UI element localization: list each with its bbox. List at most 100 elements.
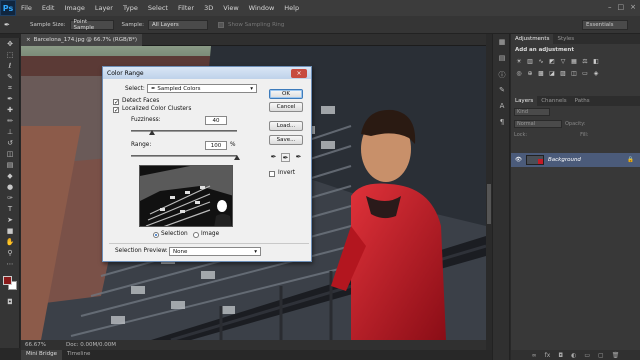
history-brush-icon[interactable]: ↺ bbox=[3, 138, 17, 148]
color-balance-icon[interactable]: ⚖ bbox=[581, 58, 589, 66]
crop-tool-icon[interactable]: ⌗ bbox=[3, 83, 17, 93]
selection-preview-thumbnail[interactable] bbox=[139, 165, 233, 227]
range-slider-track[interactable] bbox=[131, 155, 237, 157]
channel-mixer-icon[interactable]: ⊕ bbox=[526, 70, 534, 78]
select-dropdown[interactable]: ✒ Sampled Colors ▾ bbox=[147, 84, 257, 93]
properties-icon[interactable]: ▤ bbox=[496, 54, 508, 66]
minimize-icon[interactable]: – bbox=[608, 3, 612, 11]
maximize-icon[interactable]: □ bbox=[618, 3, 625, 11]
type-tool-icon[interactable]: T bbox=[3, 204, 17, 214]
brush-tool-icon[interactable]: ✏ bbox=[3, 116, 17, 126]
character-icon[interactable]: A bbox=[496, 102, 508, 114]
eyedropper-plus-icon[interactable]: ✒ bbox=[281, 153, 290, 162]
tab-mini-bridge[interactable]: Mini Bridge bbox=[21, 350, 62, 360]
selection-preview-select[interactable]: None ▾ bbox=[169, 247, 261, 256]
trash-icon[interactable]: 🗑 bbox=[612, 352, 620, 359]
detect-faces-checkbox[interactable]: ✓ bbox=[113, 99, 119, 106]
blur-tool-icon[interactable]: ◆ bbox=[3, 171, 17, 181]
vibrance-icon[interactable]: ▽ bbox=[559, 58, 567, 66]
gradient-map-icon[interactable]: ▭ bbox=[581, 70, 589, 78]
dialog-titlebar[interactable]: Color Range × bbox=[103, 67, 311, 79]
menu-filter[interactable]: Filter bbox=[173, 4, 199, 12]
menu-file[interactable]: File bbox=[16, 4, 37, 12]
lasso-tool-icon[interactable]: ℓ bbox=[3, 61, 17, 71]
selective-color-icon[interactable]: ◈ bbox=[592, 70, 600, 78]
hue-saturation-icon[interactable]: ▦ bbox=[570, 58, 578, 66]
path-select-tool-icon[interactable]: ➤ bbox=[3, 215, 17, 225]
tab-channels[interactable]: Channels bbox=[537, 96, 570, 106]
brightness-icon[interactable]: ☀ bbox=[515, 58, 523, 66]
threshold-icon[interactable]: ◫ bbox=[570, 70, 578, 78]
scrollbar-thumb[interactable] bbox=[487, 184, 491, 224]
close-doc-icon[interactable]: × bbox=[26, 37, 31, 43]
sample-select[interactable]: All Layers bbox=[148, 19, 208, 30]
cancel-button[interactable]: Cancel bbox=[269, 102, 303, 112]
stamp-tool-icon[interactable]: ⊥ bbox=[3, 127, 17, 137]
curves-icon[interactable]: ∿ bbox=[537, 58, 545, 66]
localized-checkbox[interactable]: ✓ bbox=[113, 107, 119, 114]
visibility-eye-icon[interactable]: 👁 bbox=[515, 157, 522, 163]
menu-help[interactable]: Help bbox=[279, 4, 304, 12]
tab-layers[interactable]: Layers bbox=[511, 96, 538, 106]
show-ring-checkbox[interactable] bbox=[218, 21, 224, 28]
zoom-tool-icon[interactable]: ⚲ bbox=[3, 248, 17, 258]
pen-tool-icon[interactable]: ✑ bbox=[3, 193, 17, 203]
blend-mode-select[interactable]: Normal bbox=[514, 120, 562, 128]
selection-radio[interactable] bbox=[153, 232, 159, 238]
menu-select[interactable]: Select bbox=[143, 4, 173, 12]
range-input[interactable]: 100 bbox=[205, 141, 227, 150]
zoom-level[interactable]: 66.67% bbox=[25, 342, 46, 348]
sample-size-select[interactable]: Point Sample bbox=[69, 19, 114, 31]
eyedropper-tool-icon[interactable]: ✒ bbox=[3, 94, 17, 104]
gradient-tool-icon[interactable]: ▤ bbox=[3, 160, 17, 170]
group-icon[interactable]: ▭ bbox=[584, 352, 590, 359]
fuzziness-slider-track[interactable] bbox=[131, 130, 237, 132]
ok-button[interactable]: OK bbox=[269, 89, 303, 99]
load-button[interactable]: Load... bbox=[269, 121, 303, 131]
invert-checkbox[interactable] bbox=[269, 171, 275, 177]
new-layer-icon[interactable]: ▢ bbox=[598, 352, 604, 359]
image-radio[interactable] bbox=[193, 232, 199, 238]
move-tool-icon[interactable]: ✥ bbox=[3, 39, 17, 49]
fuzziness-input[interactable]: 40 bbox=[205, 116, 227, 125]
link-icon[interactable]: ∞ bbox=[532, 352, 537, 359]
menu-3d[interactable]: 3D bbox=[199, 4, 218, 12]
eyedropper-icon[interactable]: ✒ bbox=[269, 153, 278, 162]
paragraph-icon[interactable]: ¶ bbox=[496, 118, 508, 130]
color-swatches[interactable] bbox=[2, 275, 18, 291]
adjust-layer-icon[interactable]: ◐ bbox=[571, 352, 576, 359]
save-button[interactable]: Save... bbox=[269, 135, 303, 145]
eyedropper-minus-icon[interactable]: ✒ bbox=[294, 153, 303, 162]
foreground-color-swatch[interactable] bbox=[3, 276, 12, 285]
fuzziness-slider-thumb[interactable] bbox=[149, 130, 156, 135]
eraser-tool-icon[interactable]: ◫ bbox=[3, 149, 17, 159]
info-icon[interactable]: ⓘ bbox=[496, 70, 508, 82]
tab-timeline[interactable]: Timeline bbox=[62, 350, 95, 360]
fx-icon[interactable]: fx bbox=[545, 352, 551, 359]
mask-icon[interactable]: ◘ bbox=[558, 352, 563, 359]
quick-mask-icon[interactable]: ◘ bbox=[3, 297, 17, 307]
menu-image[interactable]: Image bbox=[59, 4, 89, 12]
menu-type[interactable]: Type bbox=[118, 4, 143, 12]
dodge-tool-icon[interactable]: ● bbox=[3, 182, 17, 192]
menu-window[interactable]: Window bbox=[244, 4, 280, 12]
layer-row-background[interactable]: 👁 Background 🔒 bbox=[511, 153, 640, 167]
close-window-icon[interactable]: × bbox=[630, 3, 636, 11]
tab-styles[interactable]: Styles bbox=[553, 34, 578, 44]
workspace-select[interactable]: Essentials bbox=[582, 20, 628, 30]
shape-tool-icon[interactable]: ■ bbox=[3, 226, 17, 236]
range-slider-thumb[interactable] bbox=[234, 155, 240, 160]
marquee-tool-icon[interactable]: ⬚ bbox=[3, 50, 17, 60]
exposure-icon[interactable]: ◩ bbox=[548, 58, 556, 66]
kind-filter-select[interactable]: Kind bbox=[514, 108, 550, 116]
brush-panel-icon[interactable]: ✎ bbox=[496, 86, 508, 98]
quick-select-tool-icon[interactable]: ✎ bbox=[3, 72, 17, 82]
eyedropper-icon[interactable]: ✒ bbox=[4, 21, 14, 29]
dialog-close-button[interactable]: × bbox=[291, 68, 307, 78]
hand-tool-icon[interactable]: ✋ bbox=[3, 237, 17, 247]
menu-view[interactable]: View bbox=[218, 4, 243, 12]
document-tab[interactable]: × Barcelona_174.jpg @ 66.7% (RGB/8*) bbox=[21, 33, 143, 46]
tab-adjustments[interactable]: Adjustments bbox=[511, 34, 554, 44]
healing-tool-icon[interactable]: ✚ bbox=[3, 105, 17, 115]
more-tools-icon[interactable]: ⋯ bbox=[3, 259, 17, 269]
